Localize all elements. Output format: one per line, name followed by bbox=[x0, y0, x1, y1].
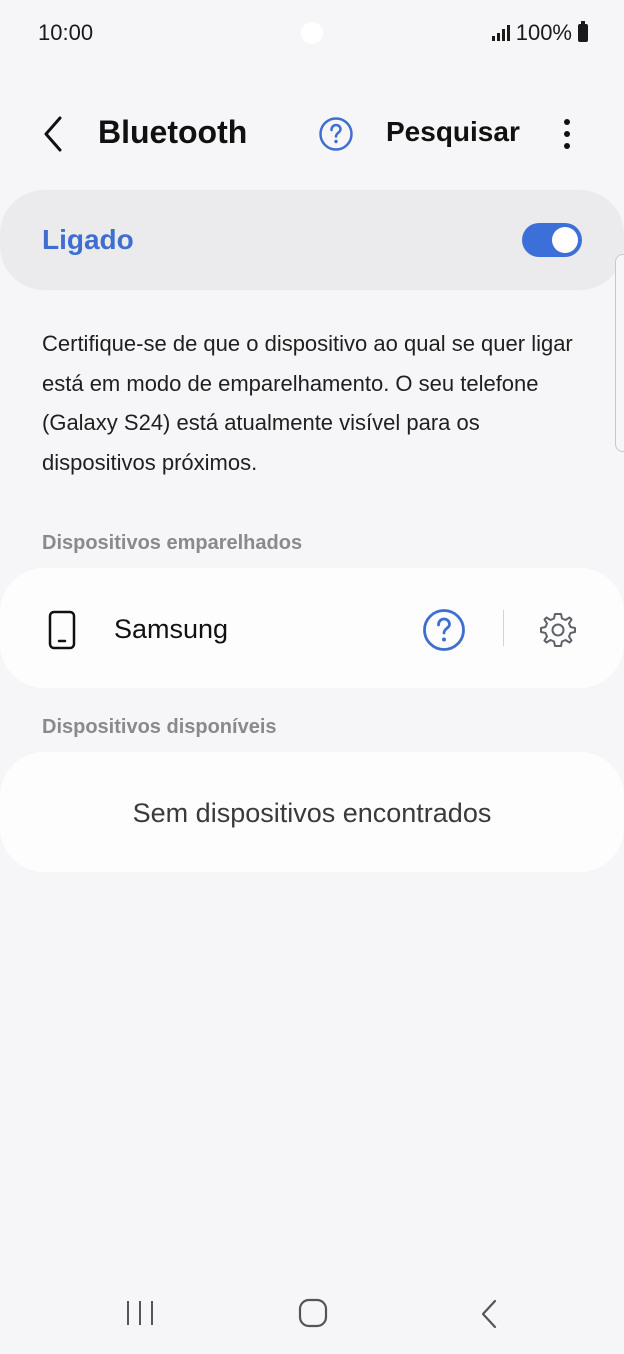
status-bar: 10:00 100% bbox=[0, 0, 624, 64]
more-options-button[interactable] bbox=[552, 116, 582, 152]
battery-icon bbox=[578, 21, 588, 42]
nav-back-button[interactable] bbox=[478, 1298, 500, 1330]
back-icon bbox=[481, 1299, 497, 1329]
row-divider bbox=[503, 610, 504, 646]
gear-icon bbox=[540, 613, 576, 647]
battery-percent: 100% bbox=[515, 20, 572, 45]
search-button[interactable]: Pesquisar bbox=[386, 116, 520, 148]
chevron-left-icon bbox=[44, 116, 62, 152]
front-camera bbox=[301, 22, 323, 44]
visibility-description: Certifique-se de que o dispositivo ao qu… bbox=[42, 331, 573, 475]
no-devices-message: Sem dispositivos encontrados bbox=[132, 798, 492, 828]
paired-devices-header: Dispositivos emparelhados bbox=[42, 532, 303, 554]
bluetooth-switch[interactable] bbox=[522, 223, 582, 257]
home-button[interactable] bbox=[298, 1298, 328, 1328]
device-name: Samsung bbox=[114, 614, 229, 644]
back-button[interactable] bbox=[36, 112, 76, 156]
signal-icon bbox=[491, 25, 510, 41]
status-indicators: 100% bbox=[491, 20, 588, 46]
help-circle-icon bbox=[423, 609, 465, 651]
recent-apps-icon bbox=[127, 1301, 153, 1325]
bluetooth-toggle-row[interactable]: Ligado bbox=[0, 190, 624, 290]
recent-apps-button[interactable] bbox=[124, 1300, 156, 1326]
scroll-indicator[interactable] bbox=[615, 254, 624, 452]
paired-device-row[interactable]: Samsung bbox=[0, 568, 624, 688]
phone-icon bbox=[48, 610, 76, 650]
bluetooth-settings-screen: 10:00 100% Bluetooth Pesquisar Ligado Ce… bbox=[0, 0, 624, 1354]
status-time: 10:00 bbox=[38, 20, 94, 45]
available-devices-header: Dispositivos disponíveis bbox=[42, 716, 277, 738]
help-button[interactable] bbox=[318, 116, 354, 152]
navigation-bar bbox=[0, 1270, 624, 1354]
switch-knob bbox=[552, 227, 578, 253]
toggle-label: Ligado bbox=[42, 224, 134, 255]
device-help-button[interactable] bbox=[422, 608, 466, 652]
help-circle-icon bbox=[319, 117, 353, 151]
available-devices-card: Sem dispositivos encontrados bbox=[0, 752, 624, 872]
more-vertical-icon bbox=[564, 119, 570, 149]
device-settings-button[interactable] bbox=[538, 610, 578, 650]
app-bar: Bluetooth Pesquisar bbox=[0, 100, 624, 170]
home-icon bbox=[298, 1298, 328, 1328]
page-title: Bluetooth bbox=[98, 114, 248, 150]
